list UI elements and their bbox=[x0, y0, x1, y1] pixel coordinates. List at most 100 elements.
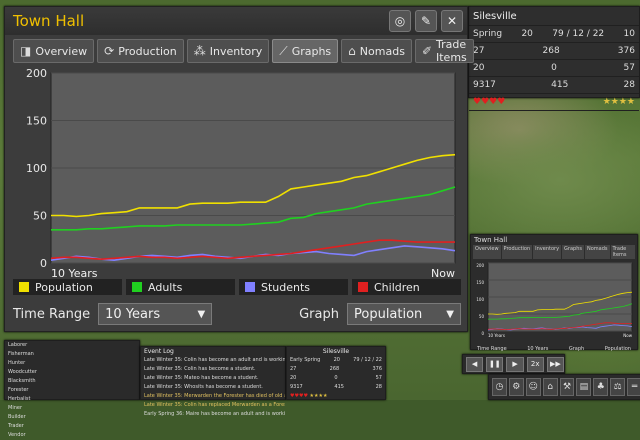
population-chart: 0 50 100 150 200 10 Years Now bbox=[26, 67, 456, 280]
road-icon[interactable]: ═ bbox=[627, 378, 640, 396]
people-icon[interactable]: ☺ bbox=[525, 378, 541, 396]
production-icon: ⟳ bbox=[104, 44, 115, 58]
mini-tab[interactable]: Trade Items bbox=[610, 245, 635, 259]
mini-tab[interactable]: Inventory bbox=[533, 245, 562, 259]
event-entry: Late Winter 35: Mateo has become a stude… bbox=[144, 375, 259, 381]
profession-row[interactable]: Blacksmith bbox=[5, 377, 139, 386]
event-entry: Late Winter 35: Whosits has become a stu… bbox=[144, 384, 263, 390]
x-end-label: Now bbox=[431, 267, 455, 279]
profession-list: Laborer Fisherman Hunter Woodcutter Blacksmi… bbox=[5, 341, 139, 440]
gear-icon[interactable]: ⚙ bbox=[508, 378, 524, 396]
legend-children[interactable]: Children bbox=[352, 279, 461, 295]
bottom-settlement-row: 27 268 376 bbox=[290, 366, 382, 372]
mini-tab[interactable]: Graphs bbox=[562, 245, 584, 259]
mini-tab[interactable]: Nomads bbox=[585, 245, 610, 259]
event-log-window: Event Log Late Winter 35: Colin has beco… bbox=[140, 346, 286, 417]
time-range-label: Time Range bbox=[13, 306, 91, 322]
mini-controls: Time Range 10 Years Graph Population bbox=[477, 346, 631, 352]
graph-dropdown[interactable]: Population ▼ bbox=[347, 303, 461, 325]
pin-icon[interactable]: ✎ bbox=[415, 10, 437, 32]
y-tick-label: 100 bbox=[26, 162, 47, 175]
event-entry: Late Winter 35: Colin has become a stude… bbox=[144, 366, 256, 372]
market-icon[interactable]: ⚖ bbox=[610, 378, 626, 396]
tools-icon[interactable]: ⚒ bbox=[559, 378, 575, 396]
close-icon[interactable]: ✕ bbox=[441, 10, 463, 32]
profession-row[interactable]: Laborer bbox=[5, 341, 139, 350]
field-icon[interactable]: ▤ bbox=[576, 378, 592, 396]
y-tick-label: 200 bbox=[26, 67, 47, 80]
legend-adults[interactable]: Adults bbox=[126, 279, 235, 295]
window-title: Town Hall bbox=[13, 12, 85, 30]
tree-icon[interactable]: ♣ bbox=[593, 378, 609, 396]
mini-town-hall-window: Town Hall Overview Production Inventory … bbox=[470, 234, 638, 352]
graph-label: Graph bbox=[299, 306, 339, 322]
tab-trade-items[interactable]: ✐ Trade Items bbox=[414, 38, 474, 64]
event-log-title: Event Log bbox=[144, 348, 174, 355]
bottom-settlement-row: 9317 415 28 bbox=[290, 384, 382, 390]
chevron-down-icon: ▼ bbox=[446, 308, 454, 320]
main-toolbar: ◷ ⚙ ☺ ⌂ ⚒ ▤ ♣ ⚖ ═ bbox=[488, 374, 640, 400]
rewind-button[interactable]: ◀ bbox=[466, 356, 484, 372]
play-button[interactable]: ▶ bbox=[506, 356, 524, 372]
graph-area: 0 50 100 150 200 10 Years Now bbox=[13, 65, 461, 285]
town-hall-window: Town Hall ◎ ✎ ✕ ◨ Overview ⟳ Production ⁂ I… bbox=[4, 6, 474, 332]
nomads-icon: ⌂ bbox=[348, 44, 356, 58]
target-icon[interactable]: ◎ bbox=[389, 10, 411, 32]
hearts-icon: ♥♥♥♥ bbox=[473, 97, 506, 107]
settlement-row: Spring 20 79 / 12 / 22 10 bbox=[469, 26, 639, 43]
tab-inventory[interactable]: ⁂ Inventory bbox=[186, 39, 270, 63]
hearts-icon: ♥♥♥♥ bbox=[290, 393, 308, 399]
profession-row[interactable]: Trader bbox=[5, 422, 139, 431]
mini-window-title: Town Hall bbox=[474, 236, 508, 244]
inventory-icon: ⁂ bbox=[193, 44, 206, 58]
tab-bar: ◨ Overview ⟳ Production ⁂ Inventory ⟋ Graphs… bbox=[5, 35, 474, 64]
bottom-settlement-panel: Silesville Early Spring 20 79 / 12 / 22 27… bbox=[286, 346, 386, 400]
y-tick-label: 50 bbox=[33, 210, 47, 223]
graphs-icon: ⟋ bbox=[279, 43, 288, 58]
settlement-panel: Silesville Spring 20 79 / 12 / 22 10 27 … bbox=[468, 6, 640, 111]
legend: Population Adults Students Children bbox=[13, 279, 461, 295]
event-entry: Late Winter 35: Colin has become an adul… bbox=[144, 357, 285, 363]
swatch bbox=[132, 282, 142, 292]
tab-graphs[interactable]: ⟋ Graphs bbox=[272, 39, 339, 63]
x-start-label: 10 Years bbox=[488, 333, 505, 338]
time-range-dropdown[interactable]: 10 Years ▼ bbox=[98, 303, 213, 325]
y-tick-label: 200 bbox=[476, 263, 484, 268]
speed-controls: ◀ ❚❚ ▶ 2x ▶▶ bbox=[462, 354, 565, 374]
mini-population-chart: 0 50 100 150 200 10 Years Now bbox=[476, 262, 633, 338]
profession-row[interactable]: Forester bbox=[5, 386, 139, 395]
mini-tab[interactable]: Overview bbox=[473, 245, 501, 259]
happiness-row: ♥♥♥♥ ★★★★ bbox=[469, 94, 639, 111]
stars-icon: ★★★★ bbox=[309, 393, 328, 399]
event-entry: Late Winter 35: Colin has replaced Merwa… bbox=[144, 402, 285, 408]
swatch bbox=[358, 282, 368, 292]
settlement-row: 27 268 376 bbox=[469, 43, 639, 60]
settlement-row: 9317 415 28 bbox=[469, 77, 639, 94]
swatch bbox=[245, 282, 255, 292]
tab-overview[interactable]: ◨ Overview bbox=[13, 39, 95, 63]
graph-controls: Time Range 10 Years ▼ Graph Population ▼ bbox=[13, 303, 461, 325]
tab-nomads[interactable]: ⌂ Nomads bbox=[341, 39, 412, 63]
speed-2x-button[interactable]: 2x bbox=[526, 356, 544, 372]
fast-forward-button[interactable]: ▶▶ bbox=[546, 356, 565, 372]
titlebar: Town Hall ◎ ✎ ✕ bbox=[5, 7, 467, 35]
profession-row[interactable]: Fisherman bbox=[5, 350, 139, 359]
chevron-down-icon: ▼ bbox=[197, 308, 206, 320]
x-end-label: Now bbox=[623, 333, 632, 338]
mini-tab[interactable]: Production bbox=[501, 245, 533, 259]
pause-button[interactable]: ❚❚ bbox=[486, 356, 504, 372]
profession-row[interactable]: Woodcutter bbox=[5, 368, 139, 377]
x-start-label: 10 Years bbox=[51, 267, 98, 279]
profession-row[interactable]: Builder bbox=[5, 413, 139, 422]
professions-panel: Laborer Fisherman Hunter Woodcutter Blacksmi… bbox=[4, 340, 140, 438]
profession-row[interactable]: Vendor bbox=[5, 431, 139, 440]
tab-production[interactable]: ⟳ Production bbox=[97, 39, 184, 63]
profession-row[interactable]: Hunter bbox=[5, 359, 139, 368]
y-tick-label: 0 bbox=[481, 331, 484, 336]
clock-icon[interactable]: ◷ bbox=[492, 378, 507, 396]
house-icon[interactable]: ⌂ bbox=[542, 378, 558, 396]
legend-students[interactable]: Students bbox=[239, 279, 348, 295]
legend-population[interactable]: Population bbox=[13, 279, 122, 295]
bottom-settlement-row: Early Spring 20 79 / 12 / 22 bbox=[290, 357, 382, 363]
profession-row[interactable]: Miner bbox=[5, 404, 139, 413]
